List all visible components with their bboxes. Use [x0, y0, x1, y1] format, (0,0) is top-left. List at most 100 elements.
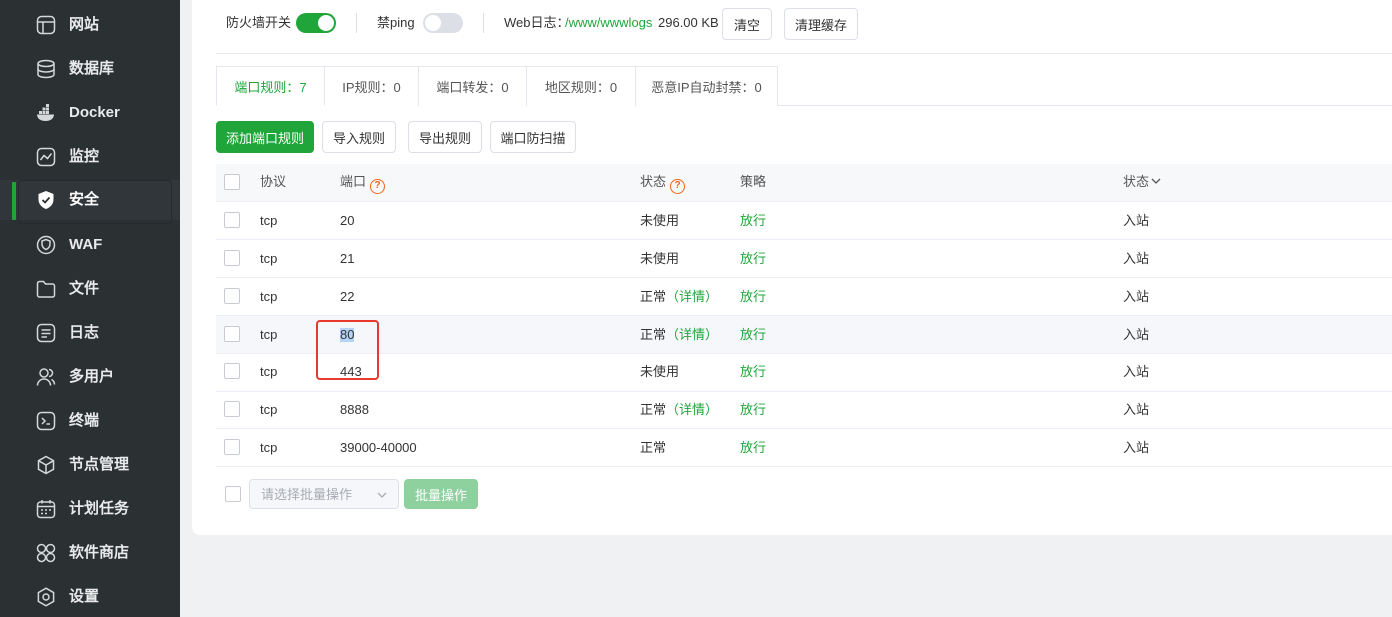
table-row: tcp 8888 正常（详情） 放行 入站 [216, 391, 1392, 429]
policy-link[interactable]: 放行 [740, 441, 766, 455]
sidebar-item-security[interactable]: 安全 [0, 180, 180, 224]
firewall-toggle[interactable] [296, 13, 336, 33]
port-cell: 8888 [340, 402, 369, 417]
tab-ip-rules[interactable]: IP规则：0 [325, 66, 419, 106]
sidebar-item-label: 软件商店 [69, 544, 130, 561]
direction-cell: 入站 [1123, 251, 1150, 266]
sidebar-item-files[interactable]: 文件 [0, 269, 180, 309]
sidebar-item-terminal[interactable]: 终端 [0, 401, 180, 441]
sidebar-item-users[interactable]: 多用户 [0, 357, 180, 397]
divider [356, 13, 357, 33]
port-cell: 21 [340, 251, 355, 266]
direction-cell: 入站 [1123, 364, 1150, 379]
select-all-checkbox[interactable] [224, 174, 240, 190]
row-checkbox[interactable] [224, 212, 240, 228]
waf-icon [36, 235, 56, 255]
direction-cell: 入站 [1123, 327, 1150, 342]
help-icon[interactable]: ? [670, 179, 686, 194]
row-checkbox[interactable] [224, 326, 240, 342]
weblog-path-link[interactable]: /www/wwwlogs [565, 15, 652, 31]
protocol-cell: tcp [260, 364, 278, 379]
ping-label: 禁ping [377, 15, 415, 30]
tab-malicious-ip-ban[interactable]: 恶意IP自动封禁：0 [636, 66, 778, 106]
ping-toggle[interactable] [423, 13, 463, 33]
status-text: 正常 [640, 289, 667, 304]
sidebar-item-label: 日志 [69, 324, 100, 341]
row-checkbox[interactable] [224, 288, 240, 304]
log-icon [36, 323, 56, 343]
detail-link[interactable]: （详情） [666, 327, 718, 342]
direction-cell: 入站 [1123, 213, 1150, 228]
sidebar-item-label: 节点管理 [69, 456, 130, 473]
folder-icon [36, 280, 56, 298]
status-cell: 正常（详情） [640, 328, 718, 342]
row-checkbox[interactable] [224, 363, 240, 379]
protocol-cell: tcp [260, 289, 278, 304]
chevron-down-icon [377, 492, 387, 498]
status-text: 正常 [640, 402, 667, 417]
weblog-size: 296.00 KB [658, 15, 719, 30]
sidebar-item-docker[interactable]: Docker [0, 93, 180, 133]
sidebar-item-settings[interactable]: 设置 [0, 577, 180, 617]
anti-scan-button[interactable]: 端口防扫描 [490, 121, 576, 153]
status-cell: 正常 [640, 441, 666, 455]
batch-operation-select[interactable]: 请选择批量操作 [249, 479, 399, 509]
protocol-cell: tcp [260, 327, 278, 342]
sidebar-item-logs[interactable]: 日志 [0, 313, 180, 353]
help-icon[interactable]: ? [370, 179, 386, 194]
table-row: tcp 80 正常（详情） 放行 入站 [216, 316, 1392, 354]
sidebar: 网站 数据库 Docker 监控 安全 WAF 文件 日志 多用户 终端 节点管… [0, 0, 180, 617]
column-header-label: 状态 [640, 174, 667, 189]
port-cell: 20 [340, 213, 355, 228]
highlight-box [316, 320, 379, 380]
table-row: tcp 39000-40000 正常 放行 入站 [216, 429, 1392, 467]
row-checkbox[interactable] [224, 439, 240, 455]
port-cell: 22 [340, 289, 355, 304]
sidebar-item-label: WAF [69, 236, 103, 253]
export-rules-button[interactable]: 导出规则 [408, 121, 482, 153]
calendar-icon [36, 500, 56, 519]
database-icon [37, 59, 55, 79]
policy-link[interactable]: 放行 [740, 252, 766, 266]
detail-link[interactable]: （详情） [666, 289, 718, 304]
sidebar-item-waf[interactable]: WAF [0, 225, 180, 265]
sidebar-item-label: 安全 [69, 191, 100, 208]
tab-region-rules[interactable]: 地区规则：0 [527, 66, 636, 106]
policy-link[interactable]: 放行 [740, 290, 766, 304]
policy-link[interactable]: 放行 [740, 365, 766, 379]
sidebar-item-nodes[interactable]: 节点管理 [0, 445, 180, 485]
sidebar-item-app-store[interactable]: 软件商店 [0, 533, 180, 573]
import-rules-button[interactable]: 导入规则 [322, 121, 396, 153]
column-header-protocol: 协议 [260, 174, 287, 189]
sidebar-item-database[interactable]: 数据库 [0, 49, 180, 89]
sidebar-item-website[interactable]: 网站 [0, 5, 180, 45]
status-text: 正常 [640, 327, 667, 342]
batch-select-all-checkbox[interactable] [225, 486, 241, 502]
status-text: 未使用 [640, 251, 680, 266]
direction-cell: 入站 [1123, 402, 1150, 417]
row-checkbox[interactable] [224, 401, 240, 417]
policy-link[interactable]: 放行 [740, 214, 766, 228]
status-cell: 未使用 [640, 252, 679, 266]
sidebar-item-label: Docker [69, 104, 120, 121]
clear-logs-button[interactable]: 清空 [722, 8, 772, 40]
tab-port-forward[interactable]: 端口转发：0 [419, 66, 527, 106]
column-header-direction[interactable]: 状态 [1123, 174, 1162, 190]
detail-link[interactable]: （详情） [666, 402, 718, 417]
status-text: 未使用 [640, 364, 680, 379]
protocol-cell: tcp [260, 251, 278, 266]
sidebar-item-monitor[interactable]: 监控 [0, 137, 180, 177]
tab-port-rules[interactable]: 端口规则：7 [216, 66, 325, 106]
clear-cache-button[interactable]: 清理缓存 [784, 8, 858, 40]
policy-link[interactable]: 放行 [740, 328, 766, 342]
policy-link[interactable]: 放行 [740, 403, 766, 417]
batch-operation-button[interactable]: 批量操作 [404, 479, 478, 509]
column-header-status: 状态? [640, 174, 686, 194]
select-placeholder: 请选择批量操作 [261, 487, 353, 502]
row-checkbox[interactable] [224, 250, 240, 266]
sidebar-item-cron[interactable]: 计划任务 [0, 489, 180, 529]
docker-icon [37, 104, 54, 121]
add-port-rule-button[interactable]: 添加端口规则 [216, 121, 314, 153]
table-row: tcp 21 未使用 放行 入站 [216, 240, 1392, 278]
status-cell: 正常（详情） [640, 403, 718, 417]
